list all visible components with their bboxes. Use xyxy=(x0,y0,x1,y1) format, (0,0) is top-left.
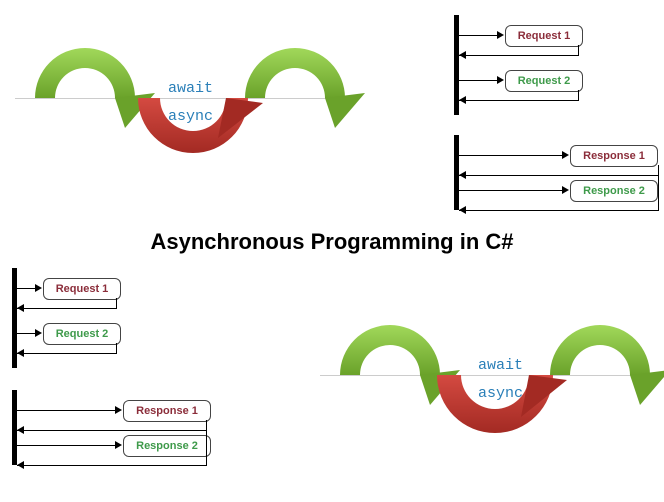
line xyxy=(17,288,37,289)
response2-box-tr: Response 2 xyxy=(570,180,658,202)
arc-green-tl-1 xyxy=(15,18,155,108)
line xyxy=(206,420,207,465)
async-label-br: async xyxy=(478,385,523,402)
line xyxy=(17,410,117,411)
line xyxy=(459,210,659,211)
response1-box-tr: Response 1 xyxy=(570,145,658,167)
line xyxy=(658,165,659,210)
arrow-right-icon xyxy=(35,284,42,292)
arrow-right-icon xyxy=(497,31,504,39)
arrow-right-icon xyxy=(35,329,42,337)
line xyxy=(459,35,499,36)
arrow-right-icon xyxy=(562,186,569,194)
line xyxy=(116,343,117,353)
response1-box-bl: Response 1 xyxy=(123,400,211,422)
line xyxy=(459,190,564,191)
arrow-left-icon xyxy=(459,96,466,104)
arrow-left-icon xyxy=(17,349,24,357)
arrow-left-icon xyxy=(459,206,466,214)
line xyxy=(459,175,659,176)
line xyxy=(17,465,207,466)
line xyxy=(459,80,499,81)
request1-box-tr: Request 1 xyxy=(505,25,583,47)
arrow-left-icon xyxy=(17,461,24,469)
arrow-left-icon xyxy=(17,426,24,434)
arrow-left-icon xyxy=(17,304,24,312)
line xyxy=(17,430,207,431)
line xyxy=(17,333,37,334)
line xyxy=(17,308,117,309)
line xyxy=(17,353,117,354)
arc-green-br-2 xyxy=(530,295,664,385)
arrow-left-icon xyxy=(459,51,466,59)
line xyxy=(17,445,117,446)
page-title: Asynchronous Programming in C# xyxy=(0,229,664,255)
arrow-left-icon xyxy=(459,171,466,179)
line xyxy=(116,298,117,308)
line xyxy=(459,100,579,101)
arrow-right-icon xyxy=(562,151,569,159)
line xyxy=(459,155,564,156)
response2-box-bl: Response 2 xyxy=(123,435,211,457)
arrow-right-icon xyxy=(497,76,504,84)
arrow-right-icon xyxy=(115,441,122,449)
line xyxy=(578,45,579,55)
line xyxy=(578,90,579,100)
await-label-br: await xyxy=(478,357,523,374)
line xyxy=(459,55,579,56)
arrow-right-icon xyxy=(115,406,122,414)
arc-green-br-1 xyxy=(320,295,460,385)
request1-box-bl: Request 1 xyxy=(43,278,121,300)
request2-box-tr: Request 2 xyxy=(505,70,583,92)
async-label-tl: async xyxy=(168,108,213,125)
await-label-tl: await xyxy=(168,80,213,97)
request2-box-bl: Request 2 xyxy=(43,323,121,345)
arc-green-tl-2 xyxy=(225,18,365,108)
